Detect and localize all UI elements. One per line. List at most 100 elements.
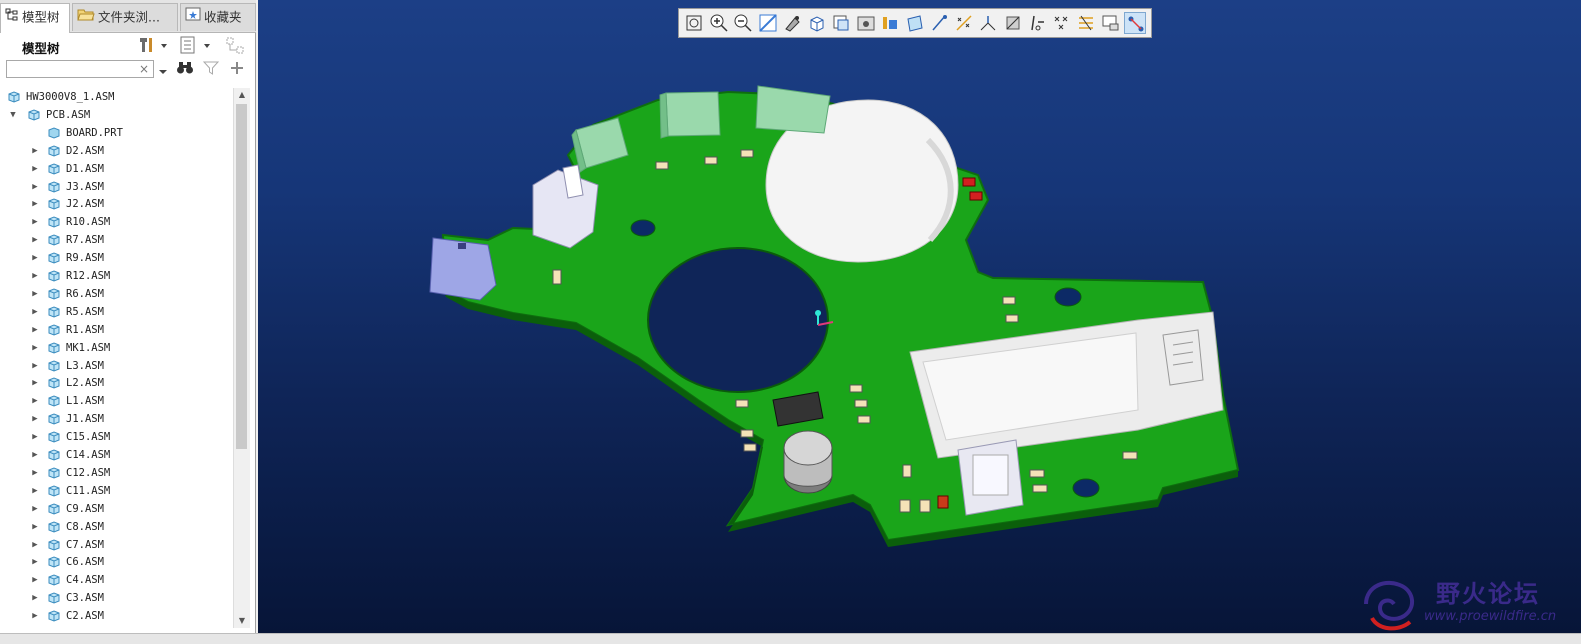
tree-item[interactable]: ▶ R5.ASM [4,303,229,321]
tree-item-label: R12.ASM [66,270,111,282]
expand-arrow-icon[interactable]: ▶ [30,518,40,536]
tree-title: 模型树 [22,41,60,56]
assembly-icon [48,503,60,515]
tree-search-input[interactable] [6,60,154,78]
tab-favorites[interactable]: 收藏夹 [180,3,256,31]
tab-model-tree[interactable]: 模型树 [0,3,70,33]
scrollbar-thumb[interactable] [236,104,247,449]
tree-item[interactable]: ▶ C14.ASM [4,446,229,464]
tree-item[interactable]: ▶ C6.ASM [4,553,229,571]
find-binoculars-icon[interactable] [176,60,194,80]
scroll-down-arrow-icon[interactable]: ▼ [234,614,250,628]
tree-item[interactable]: ▶ L2.ASM [4,374,229,392]
tree-item[interactable]: ▶ C11.ASM [4,482,229,500]
tree-item[interactable]: ▶ J1.ASM [4,410,229,428]
tree-item-label: C12.ASM [66,466,111,479]
tree-item[interactable]: ▶ R7.ASM [4,231,229,249]
assembly-icon [48,359,60,372]
expand-arrow-icon[interactable]: ▶ [30,160,40,178]
assembly-icon [48,574,60,586]
graphics-viewport[interactable] [258,0,1581,633]
expand-arrow-icon[interactable]: ▶ [30,303,40,321]
expand-arrow-icon[interactable]: ▶ [30,195,40,213]
assembly-icon [48,234,60,246]
tree-item[interactable]: ▶ C3.ASM [4,589,229,607]
filter-icon[interactable] [202,60,220,80]
scroll-up-arrow-icon[interactable]: ▲ [234,88,250,102]
expand-arrow-icon[interactable]: ▶ [30,142,40,160]
tree-item[interactable]: ▶ C8.ASM [4,518,229,536]
tree-item[interactable]: ▶ L1.ASM [4,392,229,410]
tree-vertical-scrollbar[interactable]: ▲ ▼ [233,88,250,628]
expand-arrow-icon[interactable]: ▶ [30,231,40,249]
assembly-icon [48,306,60,318]
expand-arrow-icon[interactable]: ▶ [30,357,40,375]
tree-item[interactable]: ▶ C9.ASM [4,500,229,518]
tree-item[interactable]: ▶ C2.ASM [4,607,229,625]
tree-item[interactable]: ▶ L3.ASM [4,357,229,375]
tree-filter-settings-icon[interactable] [225,36,247,60]
expand-arrow-icon[interactable]: ▶ [30,178,40,196]
expand-arrow-icon[interactable]: ▶ [30,392,40,410]
clear-search-icon[interactable]: × [139,62,149,76]
tree-item[interactable]: ▶ R6.ASM [4,285,229,303]
expand-arrow-icon[interactable]: ▶ [30,285,40,303]
expand-arrow-icon[interactable]: ▶ [30,589,40,607]
tree-item[interactable]: ▶ C7.ASM [4,536,229,554]
expand-arrow-icon[interactable]: ▶ [30,464,40,482]
tree-item-board[interactable]: BOARD.PRT [4,124,229,142]
expand-arrow-icon[interactable]: ▶ [30,428,40,446]
tree-item[interactable]: ▶ R9.ASM [4,249,229,267]
expand-arrow-icon[interactable]: ▶ [30,249,40,267]
settings-tools-icon[interactable] [137,36,167,58]
show-list-icon[interactable] [180,36,214,58]
expand-arrow-icon[interactable]: ▶ [30,410,40,428]
tree-item-label: L2.ASM [66,377,104,390]
tree-item[interactable]: ▶ R10.ASM [4,213,229,231]
tree-item-label: C7.ASM [66,538,104,551]
tree-item-label: C8.ASM [66,520,104,533]
tree-item[interactable]: ▶ MK1.ASM [4,339,229,357]
assembly-icon [48,180,60,193]
tree-item-root[interactable]: HW3000V8_1.ASM [4,88,229,106]
tree-item[interactable]: ▶ R1.ASM [4,321,229,339]
assembly-icon [48,198,60,210]
expand-arrow-icon[interactable]: ▶ [30,607,40,625]
expand-arrow-icon[interactable]: ▶ [30,374,40,392]
expand-arrow-icon[interactable]: ▶ [30,267,40,285]
expand-arrow-icon[interactable]: ▶ [30,339,40,357]
add-column-icon[interactable] [229,60,245,80]
tree-item[interactable]: ▶ D2.ASM [4,142,229,160]
expand-arrow-icon[interactable]: ▶ [30,500,40,518]
expand-arrow-icon[interactable]: ▶ [30,482,40,500]
tree-item-label: C9.ASM [66,502,104,515]
tab-folder-browser-label: 文件夹浏... [98,9,160,25]
expand-arrow-icon[interactable]: ▶ [30,321,40,339]
expand-arrow-icon[interactable]: ▶ [30,553,40,571]
tree-item[interactable]: ▶ R12.ASM [4,267,229,285]
watermark-logo: 野火论坛 www.proewildfire.cn [1358,572,1564,634]
tree-item[interactable]: ▶ J2.ASM [4,195,229,213]
tree-item[interactable]: ▶ C12.ASM [4,464,229,482]
tree-item-label: L3.ASM [66,359,104,372]
model-tree-panel: 模型树 文件夹浏... 收藏夹 模型树 × HW3000V8_1.ASM ▼ P… [0,0,256,643]
tree-item-label: HW3000V8_1.ASM [26,91,115,103]
collapse-arrow-icon[interactable]: ▼ [8,106,18,124]
pcb-model-render[interactable] [258,0,1581,633]
tree-item-pcb[interactable]: ▼ PCB.ASM [4,106,229,124]
expand-arrow-icon[interactable]: ▶ [30,446,40,464]
search-options-dropdown-icon[interactable] [158,62,168,81]
expand-arrow-icon[interactable]: ▶ [30,571,40,589]
tree-item-label: R9.ASM [66,252,104,265]
expand-arrow-icon[interactable]: ▶ [30,536,40,554]
tree-item-label: R5.ASM [66,305,104,318]
tab-folder-browser[interactable]: 文件夹浏... [72,3,178,31]
tree-item[interactable]: ▶ J3.ASM [4,178,229,196]
mounting-hole [1072,478,1100,498]
expand-arrow-icon[interactable]: ▶ [30,213,40,231]
assembly-icon [48,395,60,407]
tree-item[interactable]: ▶ C15.ASM [4,428,229,446]
tree-item[interactable]: ▶ C4.ASM [4,571,229,589]
tree-item[interactable]: ▶ D1.ASM [4,160,229,178]
tree-search-row: × [0,58,256,84]
